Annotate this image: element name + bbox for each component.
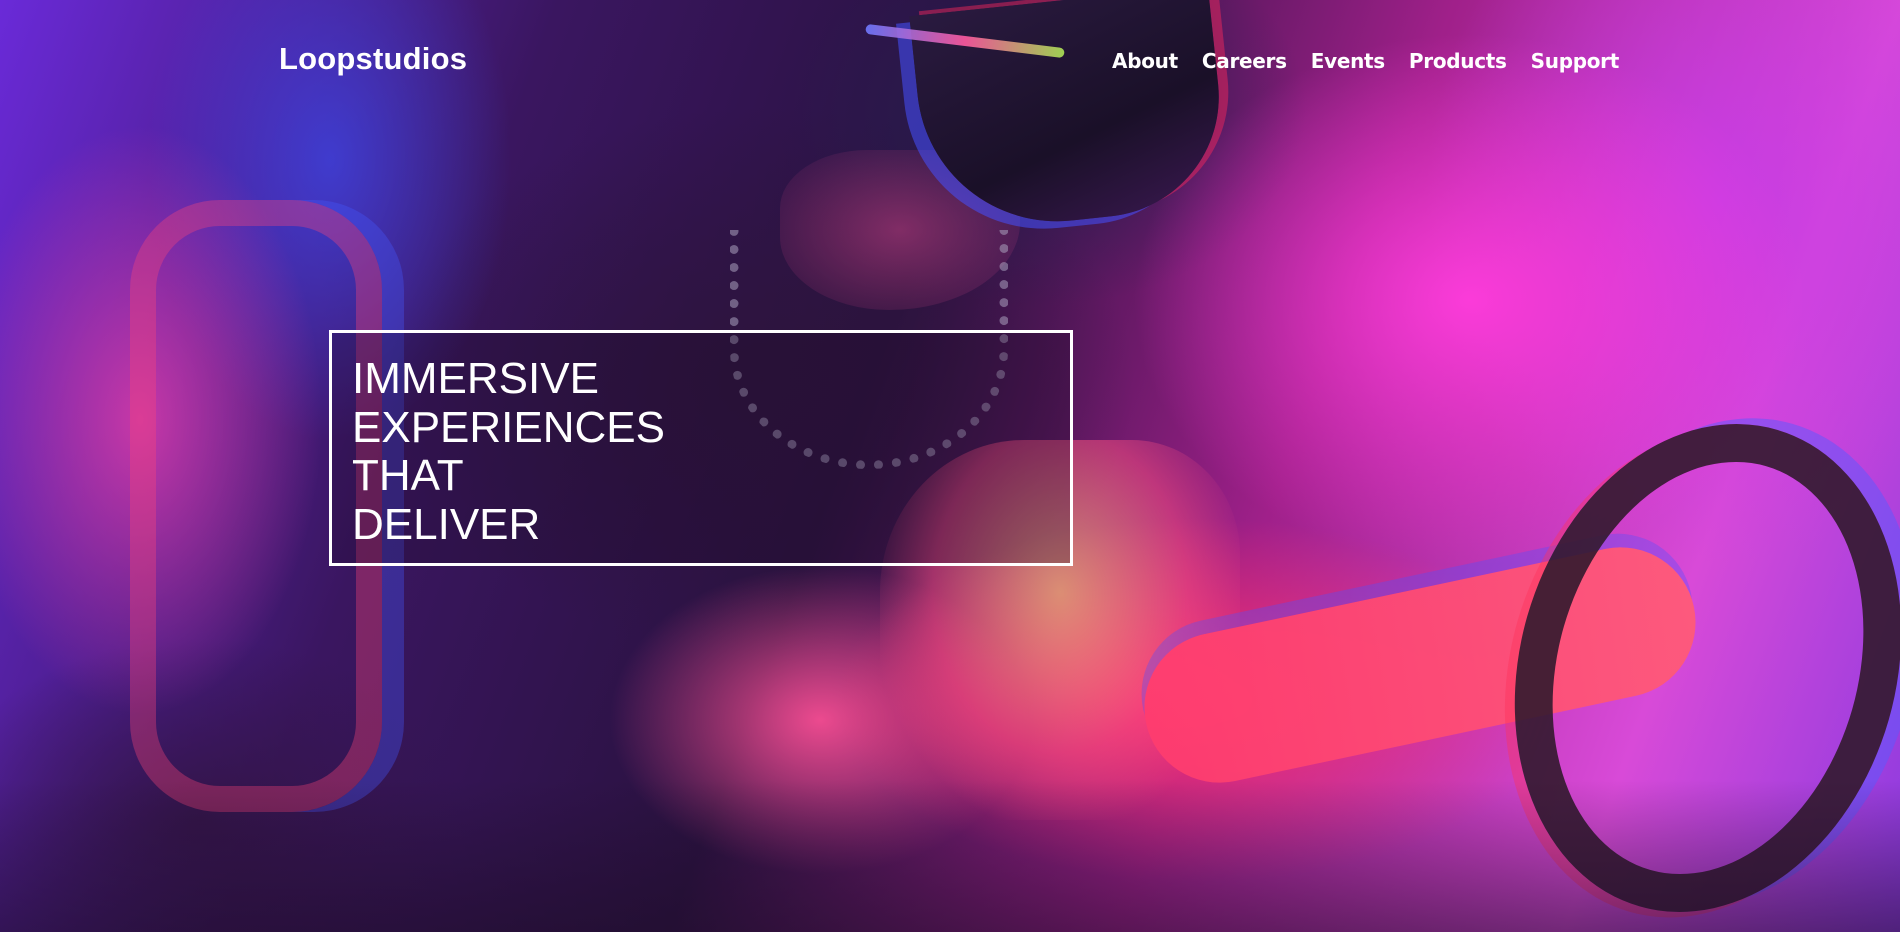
hero-section: Loopstudios About Careers Events Product… — [0, 0, 1900, 932]
nav-link-support[interactable]: Support — [1519, 47, 1620, 75]
nav-link-events[interactable]: Events — [1299, 47, 1397, 75]
arm-image-detail — [1130, 533, 1710, 797]
bottom-shade — [0, 780, 1900, 932]
hero-headline-line: IMMERSIVE — [352, 354, 599, 403]
hero-headline-line: DELIVER — [352, 499, 541, 549]
hero-headline-line: EXPERIENCES — [352, 402, 665, 452]
main-nav: About Careers Events Products Support — [1100, 47, 1619, 75]
hero-headline-line: THAT — [352, 451, 464, 500]
steering-wheel-image-detail — [1458, 377, 1900, 932]
nav-link-careers[interactable]: Careers — [1190, 47, 1299, 75]
hero-headline: IMMERSIVE EXPERIENCES THAT DELIVER — [352, 354, 1050, 549]
nav-link-products[interactable]: Products — [1397, 47, 1519, 75]
site-logo[interactable]: Loopstudios — [279, 40, 467, 78]
person-face-image-detail — [780, 150, 1020, 310]
nav-link-about[interactable]: About — [1100, 47, 1190, 75]
site-header: Loopstudios About Careers Events Product… — [0, 0, 1900, 120]
hero-headline-box: IMMERSIVE EXPERIENCES THAT DELIVER — [329, 330, 1073, 566]
